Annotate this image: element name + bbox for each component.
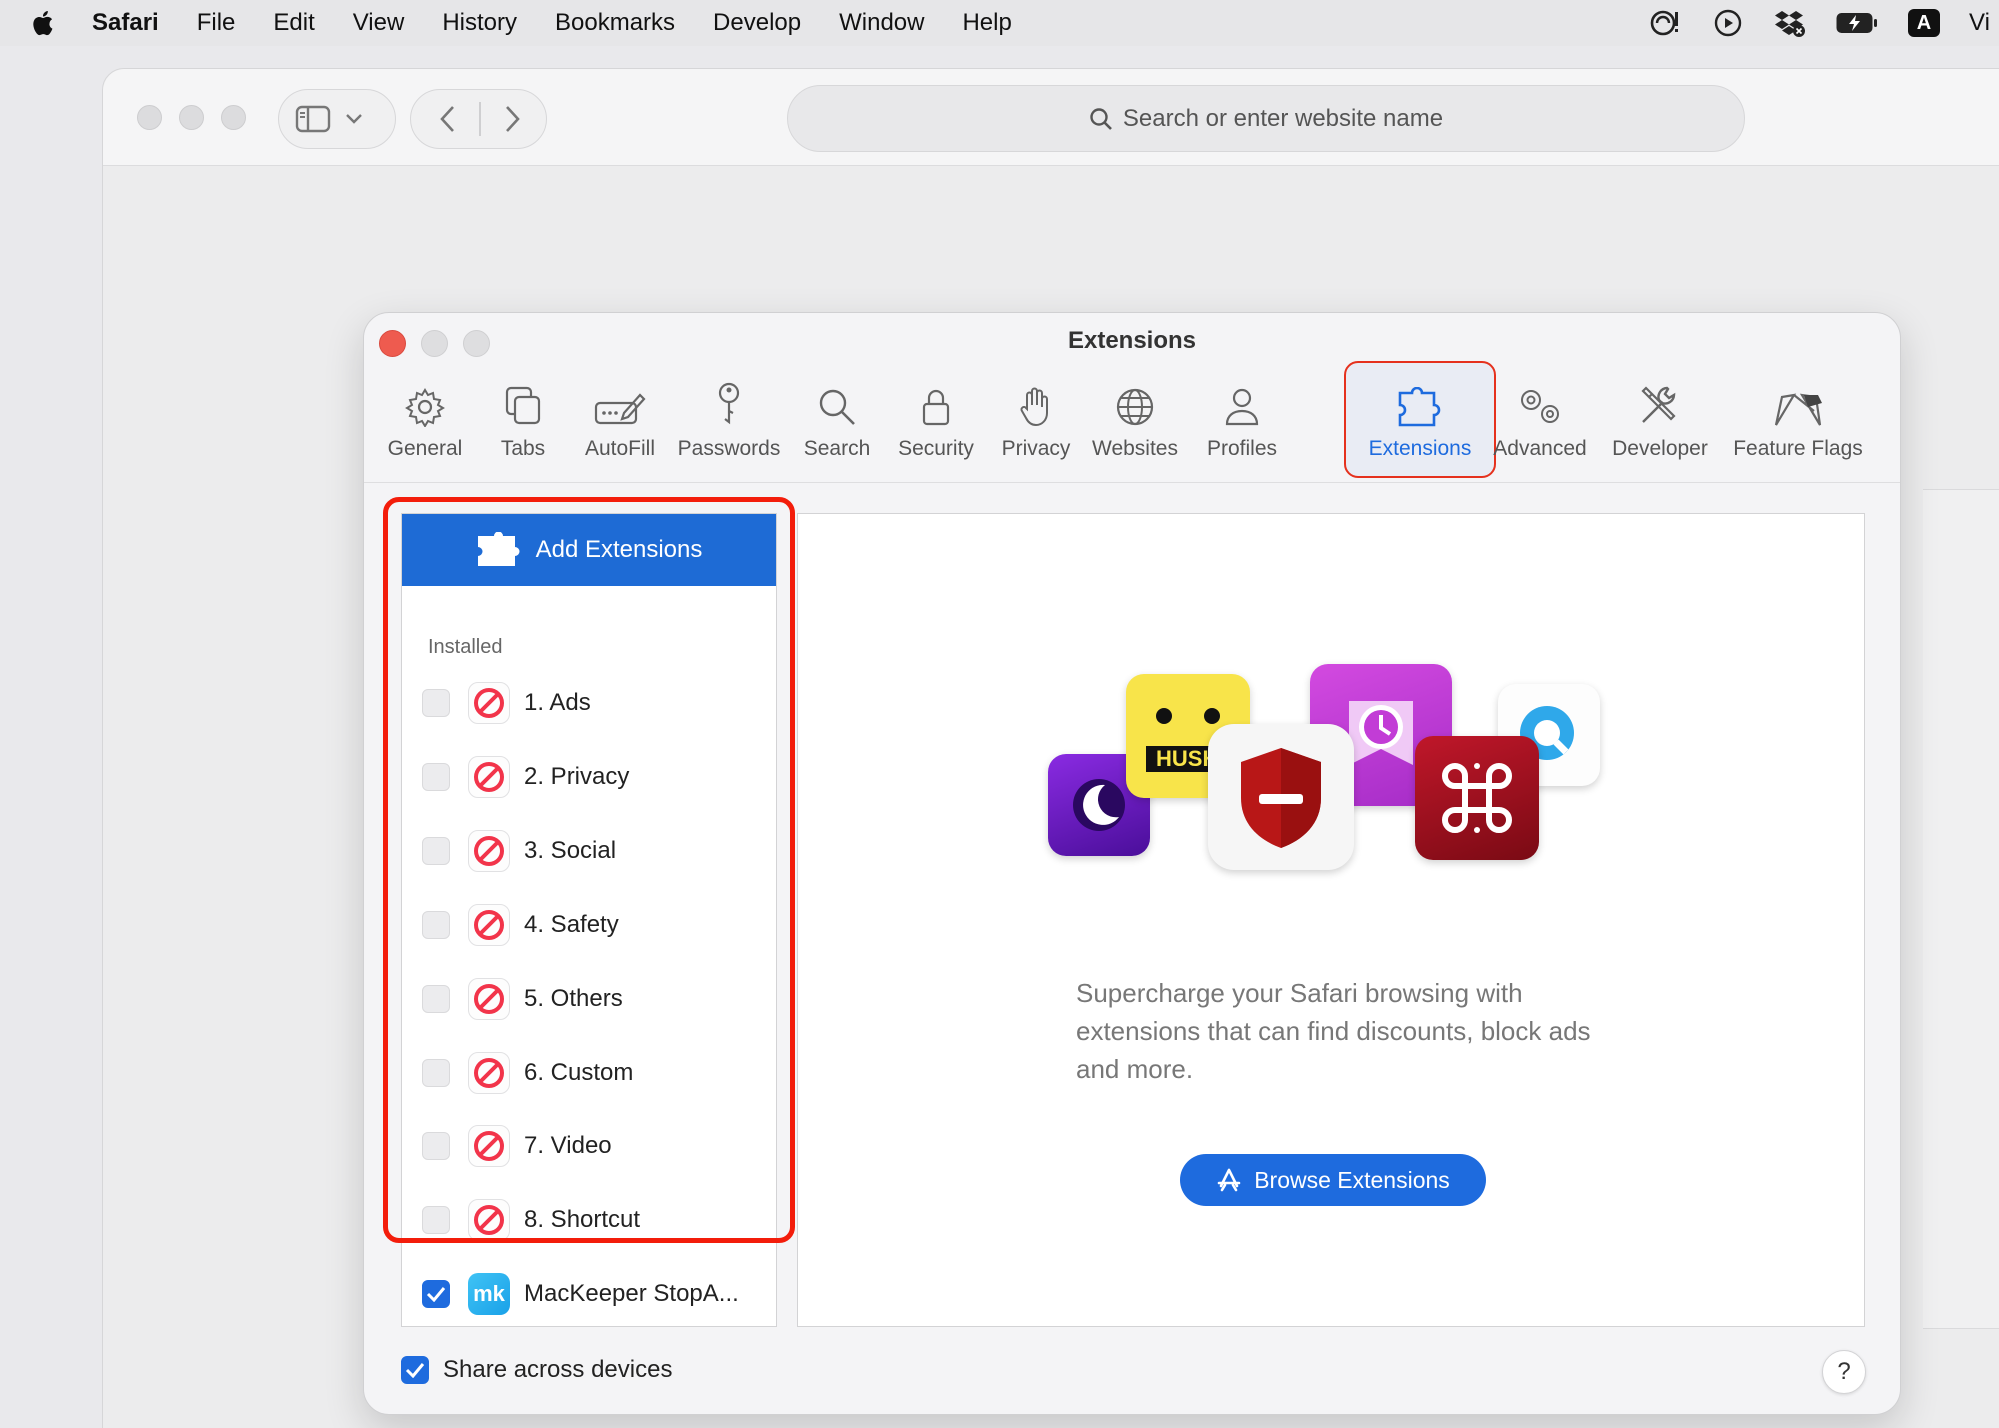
back-icon[interactable] (439, 104, 457, 134)
tab-websites[interactable]: Websites (1086, 371, 1184, 483)
menu-history[interactable]: History (442, 9, 517, 37)
menu-file[interactable]: File (197, 9, 236, 37)
window-minimize-button[interactable] (179, 105, 204, 130)
extensions-promo-panel: HUSH Supercharge your Safari browsing wi… (797, 513, 1865, 1327)
input-source-icon[interactable]: A (1907, 8, 1941, 38)
address-bar-placeholder: Search or enter website name (1122, 104, 1444, 132)
battery-charging-icon[interactable] (1835, 8, 1879, 38)
tab-general[interactable]: General (377, 371, 473, 483)
address-bar[interactable]: Search or enter website name (787, 85, 1745, 152)
checkmark-icon (405, 1363, 425, 1378)
menu-app-name[interactable]: Safari (92, 9, 159, 37)
browse-extensions-button[interactable]: Browse Extensions (1180, 1154, 1486, 1206)
shield-app-icon (1208, 724, 1354, 870)
gears-icon (1521, 390, 1559, 423)
menu-view[interactable]: View (353, 9, 405, 37)
search-icon (1090, 107, 1112, 130)
dropbox-icon[interactable] (1773, 8, 1807, 38)
background-panel (1923, 489, 1999, 1329)
promo-text: Supercharge your Safari browsing with ex… (1076, 978, 1591, 1084)
sidebar-toggle-button[interactable] (278, 89, 396, 149)
menu-bar: Safari File Edit View History Bookmarks … (0, 0, 1999, 46)
tab-profiles[interactable]: Profiles (1196, 371, 1288, 483)
tabs-icon (505, 386, 541, 425)
browse-extensions-label: Browse Extensions (1254, 1166, 1450, 1193)
prefs-title: Extensions (1067, 327, 1197, 354)
search-icon (819, 389, 855, 425)
menu-window[interactable]: Window (839, 9, 924, 37)
command-app-icon (1415, 736, 1539, 860)
play-circle-icon[interactable] (1711, 8, 1745, 38)
forward-icon[interactable] (503, 104, 521, 134)
tab-privacy[interactable]: Privacy (992, 371, 1080, 483)
tab-advanced[interactable]: Advanced (1490, 371, 1590, 483)
mackeeper-icon: mk (468, 1273, 510, 1315)
user-name-partial[interactable]: Vi (1969, 9, 1999, 37)
apple-icon[interactable] (32, 10, 54, 36)
menu-help[interactable]: Help (962, 9, 1011, 37)
hand-icon (1020, 387, 1048, 427)
key-icon (718, 382, 740, 425)
navigation-buttons (410, 89, 547, 149)
tab-developer[interactable]: Developer (1610, 371, 1710, 483)
window-close-button[interactable] (137, 105, 162, 130)
help-button[interactable]: ? (1822, 1350, 1866, 1394)
autofill-icon (594, 393, 646, 425)
lock-icon (922, 389, 950, 426)
tab-passwords[interactable]: Passwords (674, 371, 784, 483)
puzzle-icon (1398, 387, 1441, 427)
checkmark-icon (426, 1287, 446, 1302)
share-checkbox[interactable] (401, 1356, 429, 1384)
menu-bookmarks[interactable]: Bookmarks (555, 9, 675, 37)
tab-search[interactable]: Search (792, 371, 882, 483)
menu-develop[interactable]: Develop (713, 9, 801, 37)
nav-divider (479, 102, 481, 136)
sidebar-icon (295, 105, 331, 133)
tab-security[interactable]: Security (888, 371, 984, 483)
status-area: A Vi (1649, 0, 1999, 46)
flags-icon (1774, 393, 1822, 426)
extension-label: MacKeeper StopA... (524, 1280, 739, 1307)
gear-icon (405, 388, 445, 427)
window-zoom-button[interactable] (221, 105, 246, 130)
share-across-devices[interactable]: Share across devices (401, 1356, 672, 1384)
app-store-icon (1217, 1168, 1241, 1192)
extension-checkbox[interactable] (422, 1280, 450, 1308)
tab-extensions[interactable]: Extensions (1356, 371, 1484, 483)
menu-edit[interactable]: Edit (273, 9, 314, 37)
prefs-toolbar: General Tabs AutoFill Passwords Search S… (364, 371, 1900, 483)
chevron-down-icon (346, 114, 362, 124)
tab-autofill[interactable]: AutoFill (570, 371, 670, 483)
annotation-highlight-box (383, 497, 795, 1243)
preferences-window: Extensions General Tabs AutoFill Passwor… (363, 312, 1901, 1415)
person-icon (1225, 388, 1259, 426)
tab-tabs[interactable]: Tabs (485, 371, 561, 483)
browser-toolbar: Search or enter website name (103, 69, 1999, 166)
extension-row[interactable]: mk MacKeeper StopA... (422, 1266, 762, 1322)
tab-feature-flags[interactable]: Feature Flags (1728, 371, 1868, 483)
tools-icon (1641, 386, 1676, 423)
share-label: Share across devices (443, 1356, 673, 1383)
vpn-alert-icon[interactable] (1649, 8, 1683, 38)
globe-icon (1116, 388, 1154, 426)
